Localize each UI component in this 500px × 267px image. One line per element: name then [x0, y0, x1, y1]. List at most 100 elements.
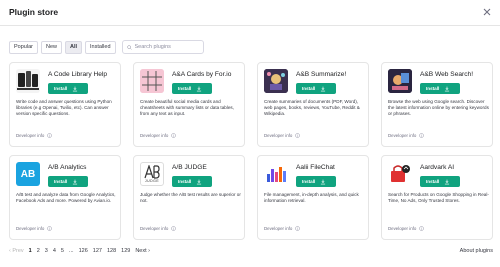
download-icon	[445, 179, 450, 184]
install-button[interactable]: Install	[420, 83, 460, 94]
tab-installed[interactable]: Installed	[85, 40, 116, 54]
close-icon	[483, 8, 491, 16]
developer-info-label: Developer info	[16, 133, 45, 138]
filechat-logo	[264, 162, 288, 186]
info-icon	[419, 226, 425, 231]
plugin-card[interactable]: AB A/B Analytics Install A/B test and an…	[9, 155, 121, 240]
tab-popular[interactable]: Popular	[9, 40, 38, 54]
developer-info-link[interactable]: Developer info	[264, 226, 301, 231]
plugin-description: Judge whether the A/B test results are s…	[140, 192, 241, 204]
install-label: Install	[302, 86, 316, 91]
install-label: Install	[178, 179, 192, 184]
pagination: ‹ Prev 1 2 3 4 5 ... 126 127 128 129 Nex…	[9, 248, 155, 254]
plugin-description: Browse the web using Google search. Disc…	[388, 99, 489, 117]
developer-info-link[interactable]: Developer info	[140, 226, 177, 231]
download-icon	[445, 86, 450, 91]
plugin-description: Create beautiful social media cards and …	[140, 99, 234, 117]
install-label: Install	[302, 179, 316, 184]
page-link[interactable]: 128	[107, 248, 116, 254]
plugin-card[interactable]: A&B Summarize! Install Create summaries …	[257, 62, 369, 147]
tab-new[interactable]: New	[40, 40, 62, 54]
page-link[interactable]: 4	[53, 248, 56, 254]
plugin-name: Aalii FileChat	[296, 164, 335, 171]
install-button[interactable]: Install	[296, 176, 336, 187]
plugin-name: A&B Summarize!	[296, 71, 347, 78]
pagination-ellipsis: ...	[68, 248, 74, 254]
developer-info-label: Developer info	[140, 133, 169, 138]
plugin-card[interactable]: Aardvark AI Install Search for Products …	[381, 155, 493, 240]
install-button[interactable]: Install	[48, 176, 88, 187]
install-button[interactable]: Install	[172, 83, 212, 94]
ab-judge-logo-text: JUDGE	[144, 179, 160, 183]
page-link[interactable]: 127	[93, 248, 102, 254]
developer-info-label: Developer info	[388, 133, 417, 138]
developer-info-label: Developer info	[140, 226, 169, 231]
developer-info-label: Developer info	[264, 226, 293, 231]
prev-page-button[interactable]: ‹ Prev	[9, 248, 24, 254]
install-label: Install	[54, 86, 68, 91]
install-button[interactable]: Install	[48, 83, 88, 94]
developer-info-link[interactable]: Developer info	[16, 226, 53, 231]
developer-info-link[interactable]: Developer info	[264, 133, 301, 138]
info-icon	[171, 226, 177, 231]
developer-info-link[interactable]: Developer info	[16, 133, 53, 138]
install-button[interactable]: Install	[296, 83, 336, 94]
download-icon	[197, 179, 202, 184]
plugin-name: A Code Library Help	[48, 71, 108, 78]
plugin-card[interactable]: JUDGE A/B JUDGE Install Judge whether th…	[133, 155, 245, 240]
page-link[interactable]: 2	[37, 248, 40, 254]
plugin-name: A/B JUDGE	[172, 164, 207, 171]
filter-bar: Popular New All Installed	[9, 40, 204, 54]
ab-analytics-logo-text: AB	[20, 168, 36, 180]
dialog-title: Plugin store	[9, 7, 59, 17]
plugin-card[interactable]: A Code Library Help Install Write code a…	[9, 62, 121, 147]
developer-info-label: Developer info	[16, 226, 45, 231]
plugin-card[interactable]: Aalii FileChat Install File management, …	[257, 155, 369, 240]
ab-judge-mark	[144, 165, 160, 179]
page-link[interactable]: 129	[121, 248, 130, 254]
next-page-button[interactable]: Next ›	[135, 248, 150, 254]
plugin-description: File management, in-depth analysis, and …	[264, 192, 359, 204]
summarize-logo	[264, 69, 288, 93]
install-button[interactable]: Install	[420, 176, 460, 187]
plugin-name: Aardvark AI	[420, 164, 455, 171]
info-icon	[47, 133, 53, 138]
install-label: Install	[426, 179, 440, 184]
code-library-logo	[16, 69, 40, 93]
dialog-header: Plugin store	[0, 0, 500, 26]
developer-info-label: Developer info	[388, 226, 417, 231]
info-icon	[419, 133, 425, 138]
developer-info-label: Developer info	[264, 133, 293, 138]
info-icon	[171, 133, 177, 138]
plugin-card[interactable]: A&A Cards by For.io Install Create beaut…	[133, 62, 245, 147]
install-button[interactable]: Install	[172, 176, 212, 187]
plugin-card[interactable]: A&B Web Search! Install Browse the web u…	[381, 62, 493, 147]
search-box[interactable]	[121, 40, 204, 54]
download-icon	[321, 86, 326, 91]
install-label: Install	[178, 86, 192, 91]
info-icon	[295, 226, 301, 231]
ab-analytics-logo: AB	[16, 162, 40, 186]
plugin-description: A/B test and analyze data from Google An…	[16, 192, 116, 204]
close-button[interactable]	[480, 5, 494, 19]
plugin-name: A&B Web Search!	[420, 71, 474, 78]
install-label: Install	[54, 179, 68, 184]
developer-info-link[interactable]: Developer info	[388, 133, 425, 138]
search-icon	[126, 44, 132, 50]
web-search-logo	[388, 69, 412, 93]
tab-all[interactable]: All	[64, 40, 83, 54]
plugin-description: Create summaries of documents (PDF, Word…	[264, 99, 360, 117]
developer-info-link[interactable]: Developer info	[388, 226, 425, 231]
about-plugins-link[interactable]: About plugins	[460, 248, 493, 254]
page-link[interactable]: 5	[61, 248, 64, 254]
plugin-description: Write code and answer questions using Py…	[16, 99, 112, 117]
page-link[interactable]: 126	[79, 248, 88, 254]
plugin-name: A&A Cards by For.io	[172, 71, 232, 78]
developer-info-link[interactable]: Developer info	[140, 133, 177, 138]
page-link[interactable]: 3	[45, 248, 48, 254]
search-input[interactable]	[134, 44, 203, 50]
info-icon	[47, 226, 53, 231]
page-link[interactable]: 1	[29, 248, 32, 254]
download-icon	[73, 179, 78, 184]
plugin-name: A/B Analytics	[48, 164, 87, 171]
